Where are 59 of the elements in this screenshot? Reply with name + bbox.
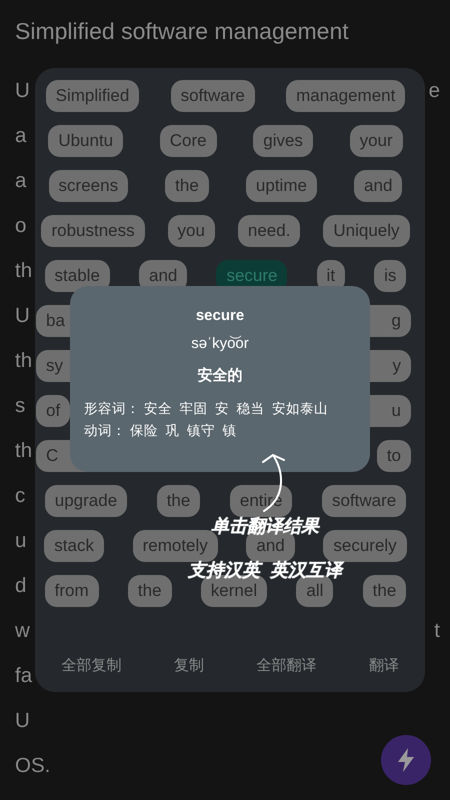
word-chip[interactable]: software [322,485,406,517]
translation-popup[interactable]: secure səˈkyo͝or 安全的 形容词： 安全 牢固 安 稳当 安如泰山 动词： 保险 巩 镇守 镇 [70,286,370,472]
definition-line: 动词： 保险 巩 镇守 镇 [84,422,238,440]
popup-word: secure [194,306,246,326]
article-text: a [15,123,26,149]
lightning-icon [396,747,416,773]
action-button[interactable]: 全部翻译 [250,651,322,682]
article-text: d [15,573,26,599]
word-chip[interactable]: and [354,170,402,202]
article-text: OS. [15,753,50,779]
article-text: w [15,618,30,644]
word-chip[interactable]: upgrade [44,485,128,517]
word-chip[interactable]: gives [253,125,313,157]
article-text: th [15,348,32,374]
word-chip[interactable]: Core [160,125,217,157]
word-chip[interactable]: from [44,575,99,607]
word-chip[interactable]: your [350,125,403,157]
word-chip[interactable]: uptime [246,170,317,202]
word-chip[interactable]: stack [44,530,104,562]
action-button[interactable]: 全部复制 [55,651,128,682]
article-text: s [15,393,26,419]
article-text: u [15,528,26,554]
definition-line: 形容词： 安全 牢固 安 稳当 安如泰山 [84,400,329,418]
word-chip[interactable]: stable [44,260,110,292]
word-chip[interactable]: screens [48,170,128,202]
word-chip[interactable]: the [362,575,406,607]
article-text: th [15,258,32,284]
article-text: c [15,483,26,509]
action-fab-button[interactable] [381,735,431,785]
article-text: a [15,168,26,194]
word-chip[interactable]: securely [323,530,407,562]
action-button[interactable]: 复制 [168,651,210,682]
article-text: o [15,213,26,239]
word-chip[interactable]: Ubuntu [48,125,124,157]
article-text: U [15,78,30,104]
article-text: th [15,438,32,464]
word-chip[interactable]: software [170,80,255,112]
word-chip[interactable]: remotely [132,530,218,562]
word-chip[interactable]: the [128,575,172,607]
word-chip[interactable]: the [165,170,209,202]
word-chip[interactable]: Simplified [46,80,140,112]
article-text: e [428,78,440,104]
phonetic-text: səˈkyo͝or [190,334,250,354]
word-chip[interactable]: robustness [41,215,145,247]
word-chip[interactable]: of [36,395,70,427]
word-chip[interactable]: you [168,215,215,247]
article-text: fa [15,663,32,689]
word-chip[interactable]: to [376,440,411,472]
article-text: U [15,303,30,329]
article-text: t [434,618,440,644]
action-button[interactable]: 翻译 [362,651,405,682]
word-chip[interactable]: management [286,80,406,112]
word-chip[interactable]: Uniquely [323,215,410,247]
page-title: Simplified software management [14,17,350,46]
word-chip[interactable]: the [156,485,200,517]
word-chip[interactable]: need. [238,215,300,247]
article-text: U [15,708,30,734]
meaning-text: 安全的 [196,366,244,386]
word-chip[interactable]: is [374,260,406,292]
